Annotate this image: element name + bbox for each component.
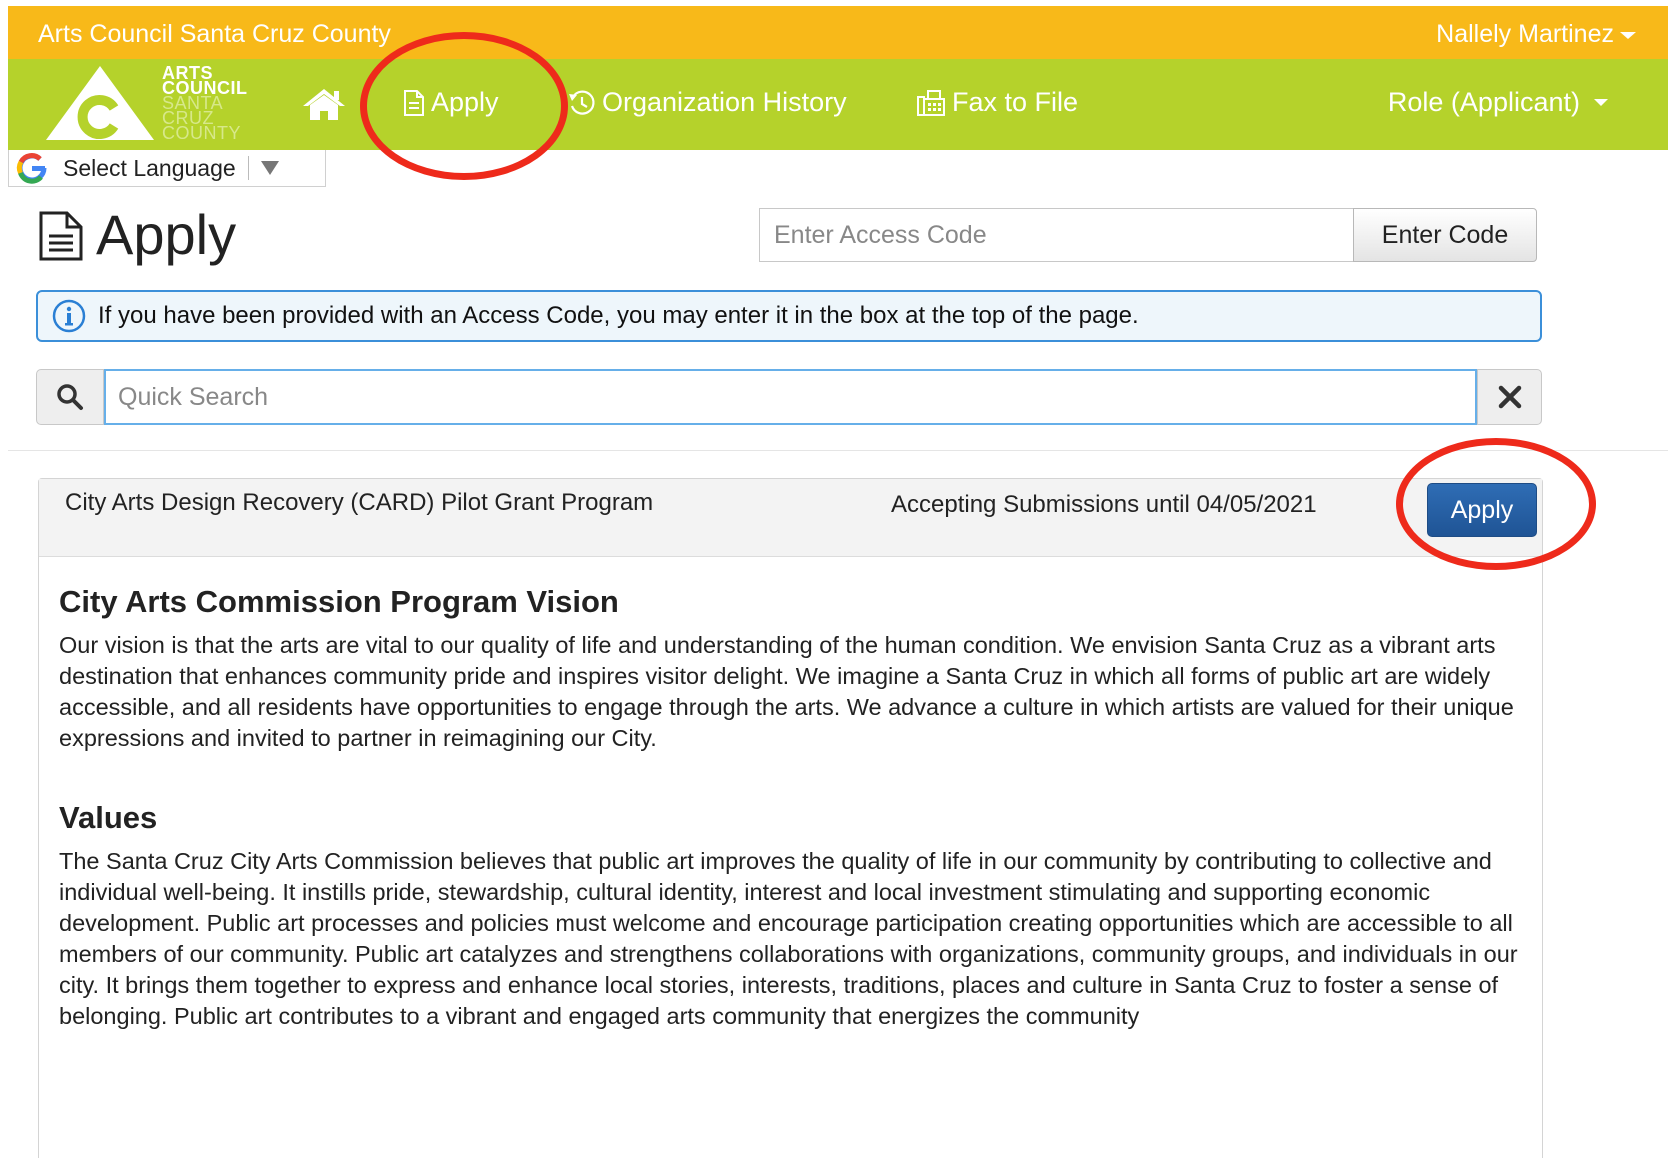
values-heading: Values — [59, 800, 158, 835]
program-panel: City Arts Design Recovery (CARD) Pilot G… — [38, 478, 1543, 1158]
quick-search-group — [36, 369, 1542, 425]
history-icon — [569, 90, 595, 115]
language-selector[interactable]: Select Language — [8, 150, 326, 187]
app-frame: Arts Council Santa Cruz County Nallely M… — [8, 6, 1668, 1158]
program-description: City Arts Commission Program Vision Our … — [59, 584, 1529, 1032]
logo-wordmark: ARTS COUNCIL SANTA CRUZ COUNTY — [162, 63, 248, 143]
info-message: If you have been provided with an Access… — [98, 302, 1139, 329]
info-icon — [52, 299, 86, 333]
nav-history-label: Organization History — [602, 87, 847, 117]
nav-fax-to-file[interactable]: Fax to File — [916, 87, 1078, 118]
page-title: Apply — [96, 203, 237, 266]
language-separator — [247, 156, 249, 180]
org-name: Arts Council Santa Cruz County — [38, 20, 391, 48]
search-addon — [36, 369, 104, 425]
info-alert: If you have been provided with an Access… — [36, 290, 1542, 342]
fax-icon — [917, 89, 945, 116]
caret-down-icon — [1620, 31, 1636, 39]
role-label: Role (Applicant) — [1387, 87, 1580, 117]
program-name: City Arts Design Recovery (CARD) Pilot G… — [65, 489, 654, 516]
program-panel-header: City Arts Design Recovery (CARD) Pilot G… — [39, 479, 1542, 557]
program-apply-button[interactable]: Apply — [1427, 483, 1537, 537]
nav-apply-label: Apply — [431, 87, 499, 117]
caret-down-icon — [1594, 99, 1608, 106]
values-text: The Santa Cruz City Arts Commission beli… — [59, 848, 1518, 1029]
vision-heading: City Arts Commission Program Vision — [59, 584, 619, 619]
enter-code-button[interactable]: Enter Code — [1353, 208, 1537, 262]
language-label: Select Language — [63, 154, 236, 181]
nav-fax-label: Fax to File — [952, 87, 1079, 117]
clear-search-button[interactable] — [1477, 369, 1542, 425]
nav-organization-history[interactable]: Organization History — [568, 87, 847, 118]
document-icon — [404, 89, 424, 116]
logo-triangle-icon — [46, 66, 154, 140]
google-icon — [16, 153, 47, 184]
arts-council-logo[interactable]: ARTS COUNCIL SANTA CRUZ COUNTY — [44, 64, 264, 146]
user-menu[interactable]: Nallely Martinez — [1436, 20, 1636, 49]
top-bar: Arts Council Santa Cruz County Nallely M… — [8, 6, 1668, 59]
role-dropdown[interactable]: Role (Applicant) — [1388, 87, 1608, 118]
access-code-input[interactable] — [759, 208, 1353, 262]
submission-deadline: Accepting Submissions until 04/05/2021 — [891, 491, 1317, 518]
search-icon — [57, 384, 83, 410]
main-navbar: ARTS COUNCIL SANTA CRUZ COUNTY Apply Org… — [8, 59, 1668, 150]
home-icon[interactable] — [301, 87, 347, 121]
nav-apply[interactable]: Apply — [403, 87, 499, 118]
close-icon — [1498, 385, 1521, 409]
dropdown-arrow-icon — [260, 161, 279, 175]
vision-text: Our vision is that the arts are vital to… — [59, 632, 1514, 751]
section-divider — [8, 450, 1668, 451]
document-icon — [39, 211, 83, 261]
user-name: Nallely Martinez — [1436, 20, 1614, 48]
quick-search-input[interactable] — [104, 369, 1477, 425]
